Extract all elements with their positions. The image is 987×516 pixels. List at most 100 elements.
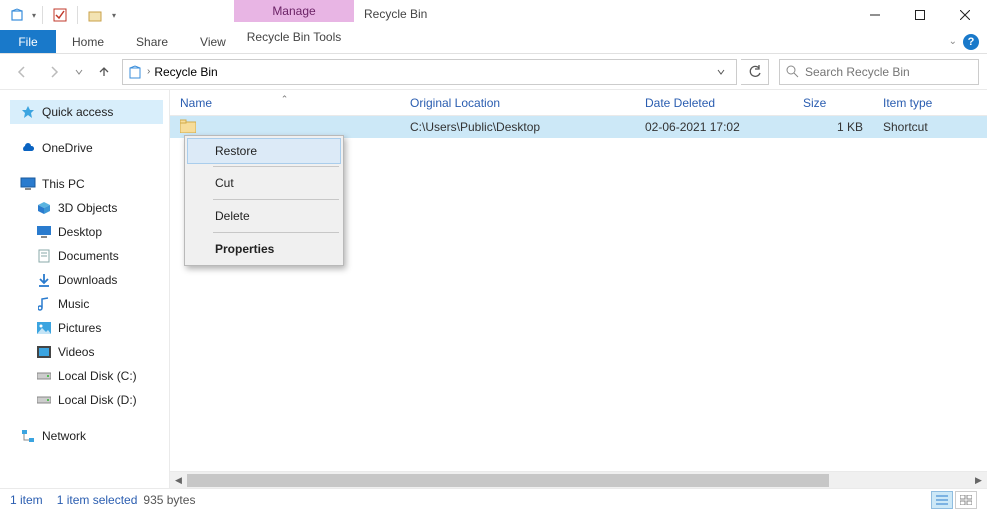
address-dropdown-icon[interactable]: [710, 68, 732, 76]
context-restore[interactable]: Restore: [187, 138, 341, 164]
column-date-deleted[interactable]: Date Deleted: [635, 96, 793, 110]
sidebar-item-label: 3D Objects: [58, 201, 117, 215]
sidebar-item-label: Local Disk (C:): [58, 369, 137, 383]
search-icon: [786, 65, 799, 78]
address-recyclebin-icon: [127, 64, 143, 80]
sidebar-this-pc[interactable]: This PC: [10, 172, 169, 196]
sidebar-3d-objects[interactable]: 3D Objects: [10, 196, 169, 220]
forward-button[interactable]: [40, 58, 68, 86]
network-icon: [20, 428, 36, 444]
sidebar-documents[interactable]: Documents: [10, 244, 169, 268]
status-item-count: 1 item: [10, 493, 43, 507]
help-icon[interactable]: ?: [963, 34, 979, 50]
download-icon: [36, 272, 52, 288]
qat-newfolder-icon[interactable]: [84, 4, 106, 26]
cloud-icon: [20, 140, 36, 156]
back-button[interactable]: [8, 58, 36, 86]
file-tab[interactable]: File: [0, 30, 56, 53]
sidebar-item-label: This PC: [42, 177, 85, 191]
column-original-location[interactable]: Original Location: [400, 96, 635, 110]
contextual-tab-manage[interactable]: Manage: [234, 0, 354, 22]
sidebar-item-label: Desktop: [58, 225, 102, 239]
drive-icon: [36, 368, 52, 384]
view-thumbnails-button[interactable]: [955, 491, 977, 509]
sidebar-onedrive[interactable]: OneDrive: [10, 136, 169, 160]
cell-date-deleted: 02-06-2021 17:02: [635, 120, 793, 134]
cube-icon: [36, 200, 52, 216]
horizontal-scrollbar[interactable]: ◀ ▶: [170, 471, 987, 488]
sidebar-network[interactable]: Network: [10, 424, 169, 448]
sidebar-disk-d[interactable]: Local Disk (D:): [10, 388, 169, 412]
scroll-thumb[interactable]: [187, 474, 829, 487]
sidebar-quick-access[interactable]: Quick access: [10, 100, 163, 124]
qat-properties-icon[interactable]: [49, 4, 71, 26]
column-size[interactable]: Size: [793, 96, 873, 110]
shortcut-folder-icon: [180, 119, 196, 135]
scroll-left-icon[interactable]: ◀: [170, 472, 187, 489]
sidebar-item-label: Quick access: [42, 105, 113, 119]
star-icon: [20, 104, 36, 120]
context-cut[interactable]: Cut: [187, 169, 341, 197]
cell-size: 1 KB: [793, 120, 873, 134]
refresh-button[interactable]: [741, 59, 769, 85]
desktop-icon: [36, 224, 52, 240]
scroll-right-icon[interactable]: ▶: [970, 472, 987, 489]
view-details-button[interactable]: [931, 491, 953, 509]
context-properties[interactable]: Properties: [187, 235, 341, 263]
sidebar-disk-c[interactable]: Local Disk (C:): [10, 364, 169, 388]
sidebar-item-label: Downloads: [58, 273, 117, 287]
close-button[interactable]: [942, 0, 987, 30]
ribbon-chevron-icon[interactable]: ⌄: [949, 36, 957, 47]
pictures-icon: [36, 320, 52, 336]
recent-dropdown-icon[interactable]: [72, 58, 86, 86]
status-selected-count: 1 item selected: [57, 493, 138, 507]
qat-customize-icon[interactable]: ▾: [110, 11, 118, 20]
sidebar-videos[interactable]: Videos: [10, 340, 169, 364]
sidebar-item-label: OneDrive: [42, 141, 93, 155]
sidebar-music[interactable]: Music: [10, 292, 169, 316]
document-icon: [36, 248, 52, 264]
qat-recyclebin-icon[interactable]: [6, 4, 28, 26]
breadcrumb-chevron-icon[interactable]: ›: [147, 66, 150, 77]
context-separator: [213, 232, 339, 233]
cell-item-type: Shortcut: [873, 120, 987, 134]
drive-icon: [36, 392, 52, 408]
context-menu: Restore Cut Delete Properties: [184, 135, 344, 266]
music-icon: [36, 296, 52, 312]
column-item-type[interactable]: Item type: [873, 96, 987, 110]
scroll-track[interactable]: [187, 472, 970, 489]
status-bar: 1 item 1 item selected 935 bytes: [0, 488, 987, 511]
sidebar-downloads[interactable]: Downloads: [10, 268, 169, 292]
sidebar-item-label: Documents: [58, 249, 119, 263]
monitor-icon: [20, 176, 36, 192]
cell-original-location: C:\Users\Public\Desktop: [400, 120, 635, 134]
window-title: Recycle Bin: [364, 7, 427, 21]
maximize-button[interactable]: [897, 0, 942, 30]
sidebar-item-label: Local Disk (D:): [58, 393, 137, 407]
sidebar-item-label: Videos: [58, 345, 94, 359]
qat-dropdown-icon[interactable]: ▾: [32, 11, 36, 20]
home-tab[interactable]: Home: [56, 30, 120, 53]
sidebar-desktop[interactable]: Desktop: [10, 220, 169, 244]
sidebar-item-label: Pictures: [58, 321, 101, 335]
context-delete[interactable]: Delete: [187, 202, 341, 230]
address-bar[interactable]: › Recycle Bin: [122, 59, 737, 85]
sidebar-item-label: Network: [42, 429, 86, 443]
share-tab[interactable]: Share: [120, 30, 184, 53]
up-button[interactable]: [90, 58, 118, 86]
column-headers: ⌃Name Original Location Date Deleted Siz…: [170, 90, 987, 116]
breadcrumb-location[interactable]: Recycle Bin: [154, 65, 217, 79]
sidebar-pictures[interactable]: Pictures: [10, 316, 169, 340]
sidebar-item-label: Music: [58, 297, 89, 311]
sort-indicator-icon: ⌃: [281, 94, 289, 105]
column-name[interactable]: ⌃Name: [170, 96, 400, 110]
context-separator: [213, 199, 339, 200]
status-bytes: 935 bytes: [143, 493, 195, 507]
navigation-pane: Quick access OneDrive This PC 3D Objects…: [0, 90, 170, 488]
minimize-button[interactable]: [852, 0, 897, 30]
search-input[interactable]: [805, 65, 972, 79]
recyclebin-tools-tab[interactable]: Recycle Bin Tools: [234, 30, 354, 44]
videos-icon: [36, 344, 52, 360]
cell-name: [170, 119, 400, 135]
search-box[interactable]: [779, 59, 979, 85]
